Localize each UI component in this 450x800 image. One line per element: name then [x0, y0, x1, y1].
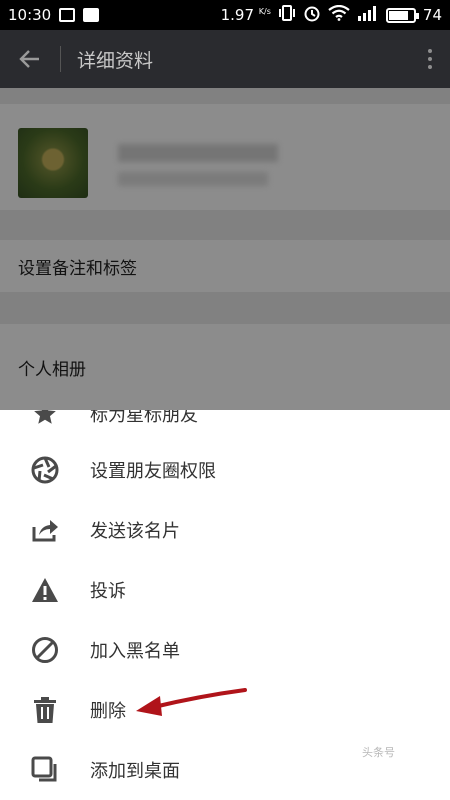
- battery-icon: [385, 7, 419, 23]
- watermark: 头条号: [362, 746, 395, 759]
- aperture-icon: [30, 455, 60, 485]
- status-bar: 10:30 1.97 K/s 74: [0, 0, 450, 30]
- menu-item-label: 删除: [90, 701, 126, 722]
- menu-item-star[interactable]: 标为星标朋友: [0, 410, 450, 444]
- menu-item-blacklist[interactable]: 加入黑名单: [0, 620, 450, 680]
- dot: [428, 65, 432, 69]
- network-speed-value: 1.97: [220, 6, 255, 24]
- status-time: 10:30: [8, 6, 52, 24]
- wifi-icon: [328, 4, 350, 25]
- menu-item-moments-permission[interactable]: 设置朋友圈权限: [0, 440, 450, 500]
- network-speed-unit: K/s: [258, 7, 271, 16]
- image-notification-icon: [59, 8, 76, 22]
- back-button[interactable]: [0, 30, 60, 88]
- desktop-shortcut-icon: [30, 755, 60, 785]
- dot: [428, 57, 432, 61]
- share-icon: [30, 515, 60, 545]
- more-options-button[interactable]: [410, 30, 450, 88]
- menu-item-report[interactable]: 投诉: [0, 560, 450, 620]
- battery-level: 74: [422, 6, 442, 24]
- notification-icon: [83, 8, 100, 22]
- menu-item-send-card[interactable]: 发送该名片: [0, 500, 450, 560]
- menu-item-label: 标为星标朋友: [90, 410, 198, 426]
- menu-item-label: 投诉: [90, 581, 126, 602]
- page-title: 详细资料: [77, 49, 154, 72]
- dim-overlay[interactable]: [0, 88, 450, 410]
- network-speed: 1.97 K/s: [221, 6, 271, 24]
- menu-item-label: 加入黑名单: [90, 641, 180, 662]
- alarm-icon: [303, 4, 321, 26]
- trash-icon: [30, 695, 60, 725]
- menu-item-label: 添加到桌面: [90, 761, 180, 782]
- app-bar: 详细资料: [0, 30, 450, 88]
- menu-item-label: 发送该名片: [90, 521, 180, 542]
- block-icon: [30, 635, 60, 665]
- dot: [428, 49, 432, 53]
- menu-item-label: 设置朋友圈权限: [90, 461, 216, 482]
- back-arrow-icon: [19, 50, 39, 68]
- vibrate-icon: [278, 5, 296, 25]
- divider: [60, 46, 61, 72]
- action-sheet: 标为星标朋友 设置朋友圈权限 发送该名片 投诉 加入黑名单 删除 添加到桌面: [0, 410, 450, 800]
- star-icon: [30, 410, 60, 429]
- annotation-arrow-icon: [136, 688, 247, 716]
- warning-icon: [30, 575, 60, 605]
- signal-icon: [357, 5, 379, 25]
